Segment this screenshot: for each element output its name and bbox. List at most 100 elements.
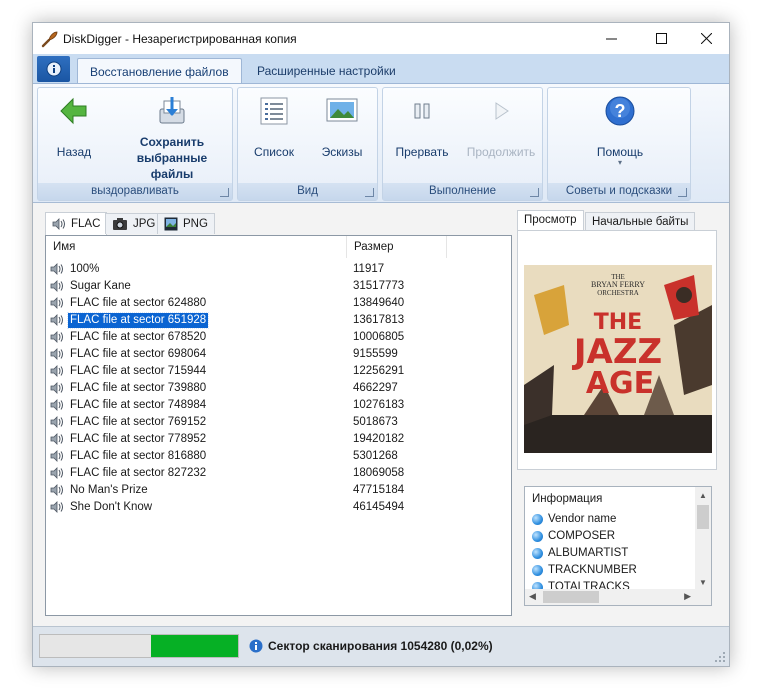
info-item[interactable]: ALBUMARTIST	[532, 547, 628, 559]
file-size: 18069058	[353, 467, 405, 479]
back-label: Назад	[56, 145, 92, 159]
file-row[interactable]: No Man's Prize 47715184	[46, 482, 511, 499]
info-horizontal-scrollbar[interactable]: ◀ ▶	[525, 589, 695, 605]
scroll-left-icon[interactable]: ◀	[529, 591, 536, 602]
info-panel[interactable]: Информация Vendor name COMPOSER ALBUMARTIS…	[524, 486, 712, 606]
window-title: DiskDigger - Незарегистрированная копия	[63, 32, 297, 46]
diskdigger-window: DiskDigger - Незарегистрированная копия …	[32, 22, 730, 667]
thumbnails-icon	[326, 98, 358, 122]
file-name: FLAC file at sector 624880	[70, 297, 207, 309]
preview-pane: THE BRYAN FERRY ORCHESTRA THE JAZZ AGE	[517, 230, 717, 470]
app-menu-button[interactable]	[37, 56, 70, 82]
file-name: FLAC file at sector 739880	[70, 382, 207, 394]
group-view: Список Эскизы Вид	[237, 87, 378, 201]
file-row[interactable]: 100% 11917	[46, 261, 511, 278]
scroll-thumb-vertical[interactable]	[697, 505, 709, 529]
stop-button[interactable]: Прервать	[387, 94, 457, 160]
file-row[interactable]: FLAC file at sector 715944 12256291	[46, 363, 511, 380]
group-label-view: Вид	[238, 183, 377, 200]
file-size: 10006805	[353, 331, 405, 343]
info-vertical-scrollbar[interactable]: ▲ ▼	[695, 487, 711, 590]
shovel-app-icon	[41, 31, 58, 48]
file-size: 4662297	[353, 382, 398, 394]
tab-file-recovery[interactable]: Восстановление файлов	[77, 58, 242, 84]
file-row[interactable]: FLAC file at sector 651928 13617813	[46, 312, 511, 329]
close-button[interactable]	[683, 23, 729, 54]
file-row[interactable]: FLAC file at sector 739880 4662297	[46, 380, 511, 397]
file-row[interactable]: FLAC file at sector 624880 13849640	[46, 295, 511, 312]
scroll-up-icon[interactable]: ▲	[699, 491, 707, 500]
thumbnails-label: Эскизы	[321, 145, 363, 159]
tab-png-label: PNG	[183, 218, 208, 230]
file-name: FLAC file at sector 816880	[70, 450, 207, 462]
file-row[interactable]: FLAC file at sector 678520 10006805	[46, 329, 511, 346]
audio-file-icon-wrap	[50, 280, 64, 295]
info-item-label: Vendor name	[548, 513, 617, 525]
tab-png[interactable]: PNG	[157, 213, 215, 234]
audio-file-icon	[50, 348, 63, 360]
file-row[interactable]: FLAC file at sector 698064 9155599	[46, 346, 511, 363]
tab-jpg[interactable]: JPG	[105, 213, 163, 234]
file-row[interactable]: FLAC file at sector 778952 19420182	[46, 431, 511, 448]
info-item[interactable]: COMPOSER	[532, 530, 615, 542]
file-row[interactable]: FLAC file at sector 816880 5301268	[46, 448, 511, 465]
group-launcher-view[interactable]	[365, 188, 374, 197]
file-list[interactable]: Имя Размер 100% 11917 Sugar Kane 31517773 FL…	[45, 235, 512, 616]
audio-file-icon	[50, 450, 63, 462]
tab-jpg-label: JPG	[133, 218, 156, 230]
file-row[interactable]: Sugar Kane 31517773	[46, 278, 511, 295]
back-button[interactable]: Назад	[42, 94, 106, 160]
file-row[interactable]: She Don't Know 46145494	[46, 499, 511, 516]
info-item[interactable]: TRACKNUMBER	[532, 564, 637, 576]
scroll-right-icon[interactable]: ▶	[684, 591, 691, 602]
file-row[interactable]: FLAC file at sector 748984 10276183	[46, 397, 511, 414]
group-help: ? Помощь ▾ Советы и подсказки	[547, 87, 691, 201]
group-label-execution: Выполнение	[383, 183, 542, 200]
scroll-corner	[695, 589, 711, 605]
help-dropdown-icon: ▾	[617, 158, 622, 167]
thumbnails-button[interactable]: Эскизы	[312, 94, 372, 160]
tab-advanced-settings[interactable]: Расширенные настройки	[245, 58, 408, 84]
title-bar: DiskDigger - Незарегистрированная копия	[33, 23, 729, 54]
audio-file-icon	[50, 280, 63, 292]
maximize-button[interactable]	[638, 23, 684, 54]
column-header-size[interactable]: Размер	[347, 236, 447, 258]
info-item[interactable]: Vendor name	[532, 513, 616, 525]
audio-file-icon-wrap	[50, 433, 64, 448]
group-launcher-execution[interactable]	[530, 188, 539, 197]
group-label-recover: выздоравливать	[38, 183, 232, 200]
album-cover-image: THE BRYAN FERRY ORCHESTRA THE JAZZ AGE	[524, 265, 712, 453]
camera-icon	[113, 218, 127, 230]
tab-preview[interactable]: Просмотр	[517, 210, 584, 231]
file-size: 5018673	[353, 416, 398, 428]
tab-flac[interactable]: FLAC	[45, 212, 108, 235]
pause-icon	[414, 103, 430, 119]
file-name: FLAC file at sector 678520	[70, 331, 207, 343]
group-launcher-help[interactable]	[678, 188, 687, 197]
audio-file-icon	[50, 484, 63, 496]
audio-file-icon-wrap	[50, 484, 64, 499]
list-view-button[interactable]: Список	[244, 94, 304, 160]
file-list-panel: FLAC JPG PNG Имя Размер 100% 11917 Sugar K…	[45, 212, 513, 616]
group-launcher-recover[interactable]	[220, 188, 229, 197]
audio-file-icon-wrap	[50, 450, 64, 465]
tab-header-bytes[interactable]: Начальные байты	[585, 212, 696, 232]
status-text: Сектор сканирования 1054280 (0,02%)	[268, 639, 493, 653]
audio-file-icon	[50, 314, 63, 326]
scroll-down-icon[interactable]: ▼	[699, 578, 707, 587]
audio-file-icon	[50, 467, 63, 479]
continue-button[interactable]: Продолжить	[461, 94, 541, 160]
file-name: She Don't Know	[70, 501, 153, 513]
file-row[interactable]: FLAC file at sector 827232 18069058	[46, 465, 511, 482]
help-button[interactable]: ? Помощь ▾	[580, 94, 660, 167]
file-size: 9155599	[353, 348, 398, 360]
minimize-button[interactable]	[588, 23, 634, 54]
audio-file-icon	[50, 365, 63, 377]
play-icon	[495, 102, 509, 120]
column-header-name[interactable]: Имя	[46, 236, 347, 258]
group-recover: Назад Сохранить выбранные файлы выздорав…	[37, 87, 233, 201]
file-row[interactable]: FLAC file at sector 769152 5018673	[46, 414, 511, 431]
save-selected-files-button[interactable]: Сохранить выбранные файлы	[116, 94, 228, 182]
scroll-thumb-horizontal[interactable]	[543, 591, 599, 603]
resize-grip-icon[interactable]	[715, 652, 725, 662]
